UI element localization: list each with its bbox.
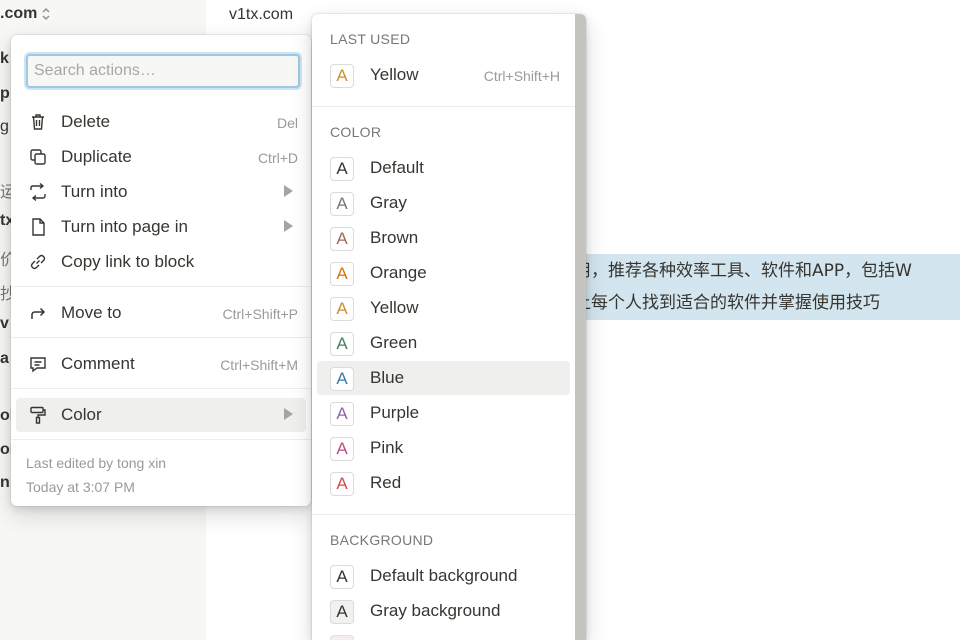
scrollbar[interactable]	[575, 14, 586, 640]
chevron-updown-icon[interactable]	[40, 5, 52, 23]
color-option-gray[interactable]: A Gray	[317, 186, 570, 220]
background-option-partial[interactable]	[317, 629, 570, 640]
menu-item-label: Color	[61, 405, 102, 424]
menu-divider	[11, 286, 311, 287]
color-option-label: Gray	[370, 193, 407, 212]
text-color-swatch: A	[330, 402, 354, 426]
block-action-menu: Delete Del Duplicate Ctrl+D Turn into Tu…	[11, 35, 311, 506]
text-color-swatch: A	[330, 262, 354, 286]
color-option-pink[interactable]: A Pink	[317, 431, 570, 465]
menu-item-label: Comment	[61, 354, 135, 373]
menu-item-comment[interactable]: Comment Ctrl+Shift+M	[16, 347, 306, 381]
section-title-color: COLOR	[330, 124, 382, 140]
color-option-label: Orange	[370, 263, 427, 282]
menu-item-copy-link[interactable]: Copy link to block	[16, 245, 306, 279]
submenu-arrow-icon	[284, 408, 293, 420]
workspace-name[interactable]: .com	[0, 5, 37, 23]
menu-item-turn-into-page-in[interactable]: Turn into page in	[16, 210, 306, 244]
color-option-shortcut: Ctrl+Shift+H	[483, 68, 560, 84]
menu-item-shortcut: Ctrl+Shift+P	[222, 306, 298, 322]
turn-into-icon	[30, 182, 46, 202]
section-title-background: BACKGROUND	[330, 532, 434, 548]
text-color-swatch: A	[330, 64, 354, 88]
color-option-brown[interactable]: A Brown	[317, 221, 570, 255]
menu-divider	[11, 388, 311, 389]
text-color-swatch: A	[330, 332, 354, 356]
menu-divider	[312, 106, 575, 107]
text-color-swatch: A	[330, 367, 354, 391]
section-title-last-used: LAST USED	[330, 31, 411, 47]
last-edited-time: Today at 3:07 PM	[26, 479, 135, 495]
color-option-label: Yellow	[370, 65, 419, 84]
color-option-purple[interactable]: A Purple	[317, 396, 570, 430]
link-icon	[30, 254, 46, 270]
menu-item-label: Copy link to block	[61, 252, 195, 271]
menu-item-shortcut: Ctrl+D	[257, 150, 298, 166]
menu-item-shortcut: Ctrl+Shift+M	[220, 357, 298, 373]
trash-icon	[32, 114, 44, 130]
color-option-label: Default	[370, 158, 424, 177]
highlighted-text-line[interactable]: 用，推荐各种效率工具、软件和APP，包括W	[560, 254, 960, 288]
menu-item-duplicate[interactable]: Duplicate Ctrl+D	[16, 140, 306, 174]
menu-item-color[interactable]: Color	[16, 398, 306, 432]
color-option-yellow[interactable]: A Yellow	[317, 291, 570, 325]
background-option-default[interactable]: A Default background	[317, 559, 570, 593]
color-option-label: Red	[370, 473, 402, 492]
page-icon	[32, 218, 45, 236]
last-edited-by: Last edited by tong xin	[26, 455, 167, 471]
text-color-swatch: A	[330, 472, 354, 496]
color-option-label: Green	[370, 333, 418, 352]
paint-roller-icon	[30, 406, 46, 424]
submenu-arrow-icon	[284, 185, 293, 197]
color-option-label: Pink	[370, 438, 404, 457]
duplicate-icon	[30, 149, 46, 165]
breadcrumb[interactable]: v1tx.com	[229, 6, 293, 24]
color-option-label: Gray background	[370, 601, 501, 620]
menu-divider	[312, 514, 575, 515]
color-option-label: Yellow	[370, 298, 419, 317]
background-color-swatch: A	[330, 600, 354, 624]
submenu-arrow-icon	[284, 220, 293, 232]
menu-item-label: Duplicate	[61, 147, 132, 166]
background-color-swatch: A	[330, 565, 354, 589]
color-option-label: Brown	[370, 228, 419, 247]
color-option-label: Purple	[370, 403, 420, 422]
color-option-red[interactable]: A Red	[317, 466, 570, 500]
text-color-swatch: A	[330, 437, 354, 461]
color-option-orange[interactable]: A Orange	[317, 256, 570, 290]
search-box	[26, 54, 300, 88]
menu-item-shortcut: Del	[276, 115, 298, 131]
color-option-last-used-yellow[interactable]: A Yellow Ctrl+Shift+H	[317, 58, 570, 92]
menu-item-label: Delete	[61, 112, 111, 131]
menu-item-move-to[interactable]: Move to Ctrl+Shift+P	[16, 296, 306, 330]
color-option-label: Blue	[370, 368, 405, 387]
color-option-label: Default background	[370, 566, 518, 585]
color-option-green[interactable]: A Green	[317, 326, 570, 360]
menu-item-label: Turn into	[61, 182, 128, 201]
text-color-swatch: A	[330, 227, 354, 251]
text-color-swatch: A	[330, 157, 354, 181]
color-option-default[interactable]: A Default	[317, 151, 570, 185]
menu-item-label: Turn into page in	[61, 217, 188, 236]
highlighted-text-line[interactable]: 让每个人找到适合的软件并掌握使用技巧	[560, 286, 960, 320]
background-option-gray[interactable]: A Gray background	[317, 594, 570, 628]
menu-item-label: Move to	[61, 303, 122, 322]
color-option-blue[interactable]: A Blue	[317, 361, 570, 395]
color-submenu: LAST USED A Yellow Ctrl+Shift+H COLOR A …	[312, 14, 586, 640]
menu-divider	[11, 337, 311, 338]
comment-icon	[30, 357, 46, 373]
menu-item-delete[interactable]: Delete Del	[16, 105, 306, 139]
background-color-swatch	[330, 635, 354, 640]
move-arrow-icon	[31, 307, 46, 319]
text-color-swatch: A	[330, 192, 354, 216]
text-color-swatch: A	[330, 297, 354, 321]
search-actions-input[interactable]	[28, 56, 298, 86]
menu-item-turn-into[interactable]: Turn into	[16, 175, 306, 209]
menu-divider	[11, 439, 311, 440]
